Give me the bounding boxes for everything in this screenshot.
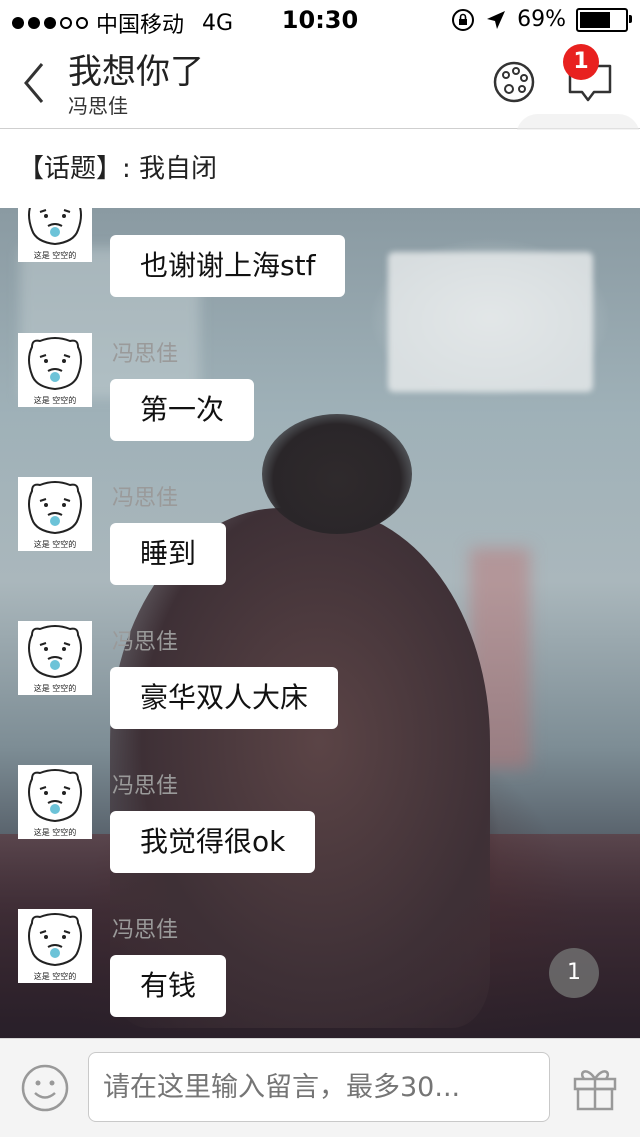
emoji-icon[interactable] [20,1063,70,1113]
avatar-caption: 这是 空空的 [34,827,77,837]
avatar[interactable]: 这是 空空的 [18,477,92,551]
gift-icon[interactable] [570,1063,620,1113]
message-bubble[interactable]: 我觉得很ok [110,811,316,873]
avatar[interactable]: 这是 空空的 [18,765,92,839]
battery-percent: 69% [517,7,566,32]
message-bubble[interactable]: 第一次 [110,379,255,441]
chevron-left-icon[interactable] [18,58,58,108]
page-title: 我想你了 [68,52,204,92]
status-bar: 中国移动 4G 10:30 69% [0,0,640,40]
avatar[interactable]: 这是 空空的 [18,909,92,983]
avatar-caption: 这是 空空的 [34,395,77,405]
message-bubble[interactable]: 有钱 [110,955,227,1017]
background-window [388,252,593,392]
message-bubble[interactable]: 也谢谢上海stf [110,235,346,297]
chat-area[interactable]: 这是 空空的 也谢谢上海stf 这是 空空的 冯思佳 第一次 这是 空空的 冯思佳 睡到 这是 … [0,208,640,1038]
message-input[interactable] [88,1052,550,1122]
message-bubble[interactable]: 豪华双人大床 [110,667,339,729]
avatar-caption: 这是 空空的 [34,539,77,549]
nav-bar: 我想你了 冯思佳 1 [0,40,640,234]
sender-name: 冯思佳 [112,342,179,367]
avatar-caption: 这是 空空的 [34,250,77,260]
message-bubble[interactable]: 睡到 [110,523,227,585]
avatar[interactable]: 这是 空空的 [18,621,92,695]
notification-badge: 1 [563,44,599,80]
unread-count-badge[interactable]: 1 [549,948,599,998]
avatar-caption: 这是 空空的 [34,971,77,981]
sender-name: 冯思佳 [112,918,179,943]
sender-name: 冯思佳 [112,486,179,511]
input-bar [0,1038,640,1137]
background-cat [262,414,412,534]
avatar-caption: 这是 空空的 [34,683,77,693]
topic-bar: 【话题】: 我自闭 [0,130,640,208]
rotation-lock-icon [452,8,475,31]
sender-name: 冯思佳 [112,630,179,655]
avatar[interactable]: 这是 空空的 [18,333,92,407]
page-subtitle: 冯思佳 [68,94,128,118]
sender-name: 冯思佳 [112,774,179,799]
avatar[interactable]: 这是 空空的 [18,208,92,262]
battery-icon [576,7,632,32]
location-arrow-icon [487,10,506,29]
palette-icon[interactable] [492,60,536,104]
